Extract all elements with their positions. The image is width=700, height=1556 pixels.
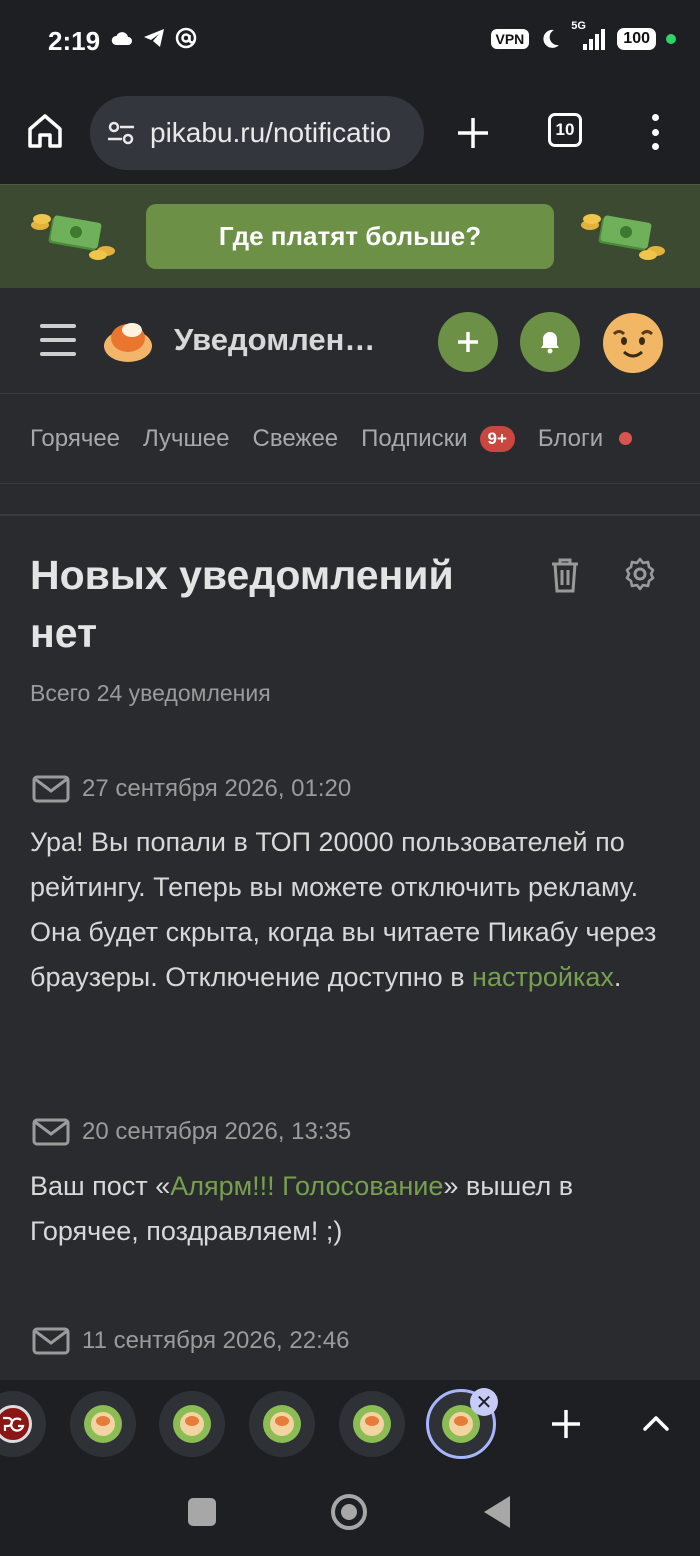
money-stack-icon: [31, 214, 115, 260]
notification-date: 27 сентября 2026, 01:20: [32, 774, 351, 804]
status-right-icons: VPN 5G 100: [490, 20, 676, 52]
date-text: 20 сентября 2026, 13:35: [82, 1118, 352, 1145]
tab-label: Лучшее: [143, 424, 230, 452]
recents-icon[interactable]: [188, 1498, 216, 1526]
subscriptions-badge: 9+: [479, 425, 515, 452]
signal-icon: 5G: [571, 20, 607, 52]
tab-label: Блоги: [537, 424, 604, 452]
hamburger-menu-icon[interactable]: [40, 324, 76, 356]
notification-text: Ваш пост «Алярм!!! Голосование» вышел в …: [30, 1164, 675, 1254]
more-menu-icon[interactable]: [648, 114, 662, 150]
chevron-up-icon[interactable]: [640, 1408, 672, 1440]
tab-best[interactable]: Лучшее: [143, 425, 229, 453]
at-icon: [175, 27, 197, 49]
post-link[interactable]: Алярм!!! Голосование: [170, 1171, 443, 1201]
moon-icon: [543, 29, 560, 48]
tab-blogs[interactable]: Блоги: [537, 424, 633, 453]
tab-label: Подписки: [361, 424, 468, 452]
tab-switcher-button[interactable]: 10: [548, 113, 582, 147]
tab-thumbnail[interactable]: [70, 1391, 136, 1457]
tab-thumbnail[interactable]: [339, 1391, 405, 1457]
telegram-icon: [144, 29, 164, 47]
status-time: 2:19: [48, 26, 101, 56]
feed-tabs: Горячее Лучшее Свежее Подписки 9+ Блоги: [0, 394, 700, 484]
tab-subscriptions[interactable]: Подписки 9+: [361, 425, 515, 453]
gear-icon[interactable]: [622, 556, 658, 592]
notification-body: Ваш пост «: [30, 1171, 171, 1201]
tab-thumbnail[interactable]: [0, 1391, 46, 1457]
pg-favicon: [0, 1405, 32, 1443]
tab-label: Свежее: [252, 424, 339, 452]
envelope-icon: [32, 1118, 70, 1146]
tab-hot[interactable]: Горячее: [30, 425, 120, 453]
notification-text: Ура! Вы попали в ТОП 20000 пользователей…: [30, 820, 675, 1000]
cloud-icon: [111, 32, 132, 45]
tab-fresh[interactable]: Свежее: [253, 425, 339, 453]
tab-label: Горячее: [30, 424, 121, 452]
privacy-dot: [666, 34, 676, 44]
network-type: 5G: [571, 20, 586, 32]
notification-date: 20 сентября 2026, 13:35: [32, 1117, 351, 1147]
create-post-button[interactable]: [438, 312, 498, 372]
pikabu-logo[interactable]: [102, 316, 154, 364]
user-avatar[interactable]: [602, 312, 664, 374]
tab-strip: ✕: [0, 1380, 700, 1468]
divider: [0, 514, 700, 516]
close-tab-icon[interactable]: ✕: [470, 1388, 498, 1416]
site-settings-icon[interactable]: [106, 118, 136, 148]
money-stack-icon: [581, 214, 665, 260]
bell-icon: [541, 332, 559, 354]
notifications-heading: Новых уведомлений нет: [30, 552, 454, 656]
settings-link[interactable]: настройках: [472, 962, 614, 992]
trash-icon[interactable]: [548, 556, 582, 594]
pikabu-favicon: [84, 1405, 122, 1443]
ad-banner[interactable]: Где платят больше?: [0, 184, 700, 288]
browser-toolbar: pikabu.ru/notificatio 10: [0, 84, 700, 184]
tab-thumbnail[interactable]: [159, 1391, 225, 1457]
home-icon[interactable]: [26, 112, 64, 150]
home-nav-icon[interactable]: [331, 1494, 367, 1530]
add-tab-icon[interactable]: [548, 1406, 584, 1442]
blogs-indicator-dot: [619, 432, 633, 445]
envelope-icon: [32, 1327, 70, 1355]
pikabu-favicon: [263, 1405, 301, 1443]
back-icon[interactable]: [484, 1496, 510, 1528]
site-header: Уведомлен…: [0, 288, 700, 394]
notification-date: 11 сентября 2026, 22:46: [32, 1326, 349, 1356]
new-tab-icon[interactable]: [454, 114, 492, 152]
vpn-badge: VPN: [490, 29, 530, 49]
tab-thumbnail[interactable]: [249, 1391, 315, 1457]
total-count: Всего 24 уведомления: [30, 680, 271, 706]
notification-body-end: .: [613, 962, 622, 992]
date-text: 27 сентября 2026, 01:20: [82, 775, 352, 802]
notifications-button[interactable]: [520, 312, 580, 372]
status-bar: 2:19 VPN 5G 100: [0, 0, 700, 84]
pikabu-favicon: [173, 1405, 211, 1443]
ad-banner-button[interactable]: Где платят больше?: [146, 204, 554, 269]
battery-level: 100: [617, 28, 656, 50]
url-text: pikabu.ru/notificatio: [150, 117, 392, 148]
plus-icon: [458, 332, 478, 352]
pikabu-favicon: [353, 1405, 391, 1443]
address-bar[interactable]: pikabu.ru/notificatio: [90, 96, 424, 170]
page-title: Уведомлен…: [174, 322, 376, 357]
date-text: 11 сентября 2026, 22:46: [82, 1327, 350, 1354]
system-navigation-bar: [0, 1468, 700, 1556]
status-left-icons: [110, 26, 198, 50]
envelope-icon: [32, 775, 70, 803]
